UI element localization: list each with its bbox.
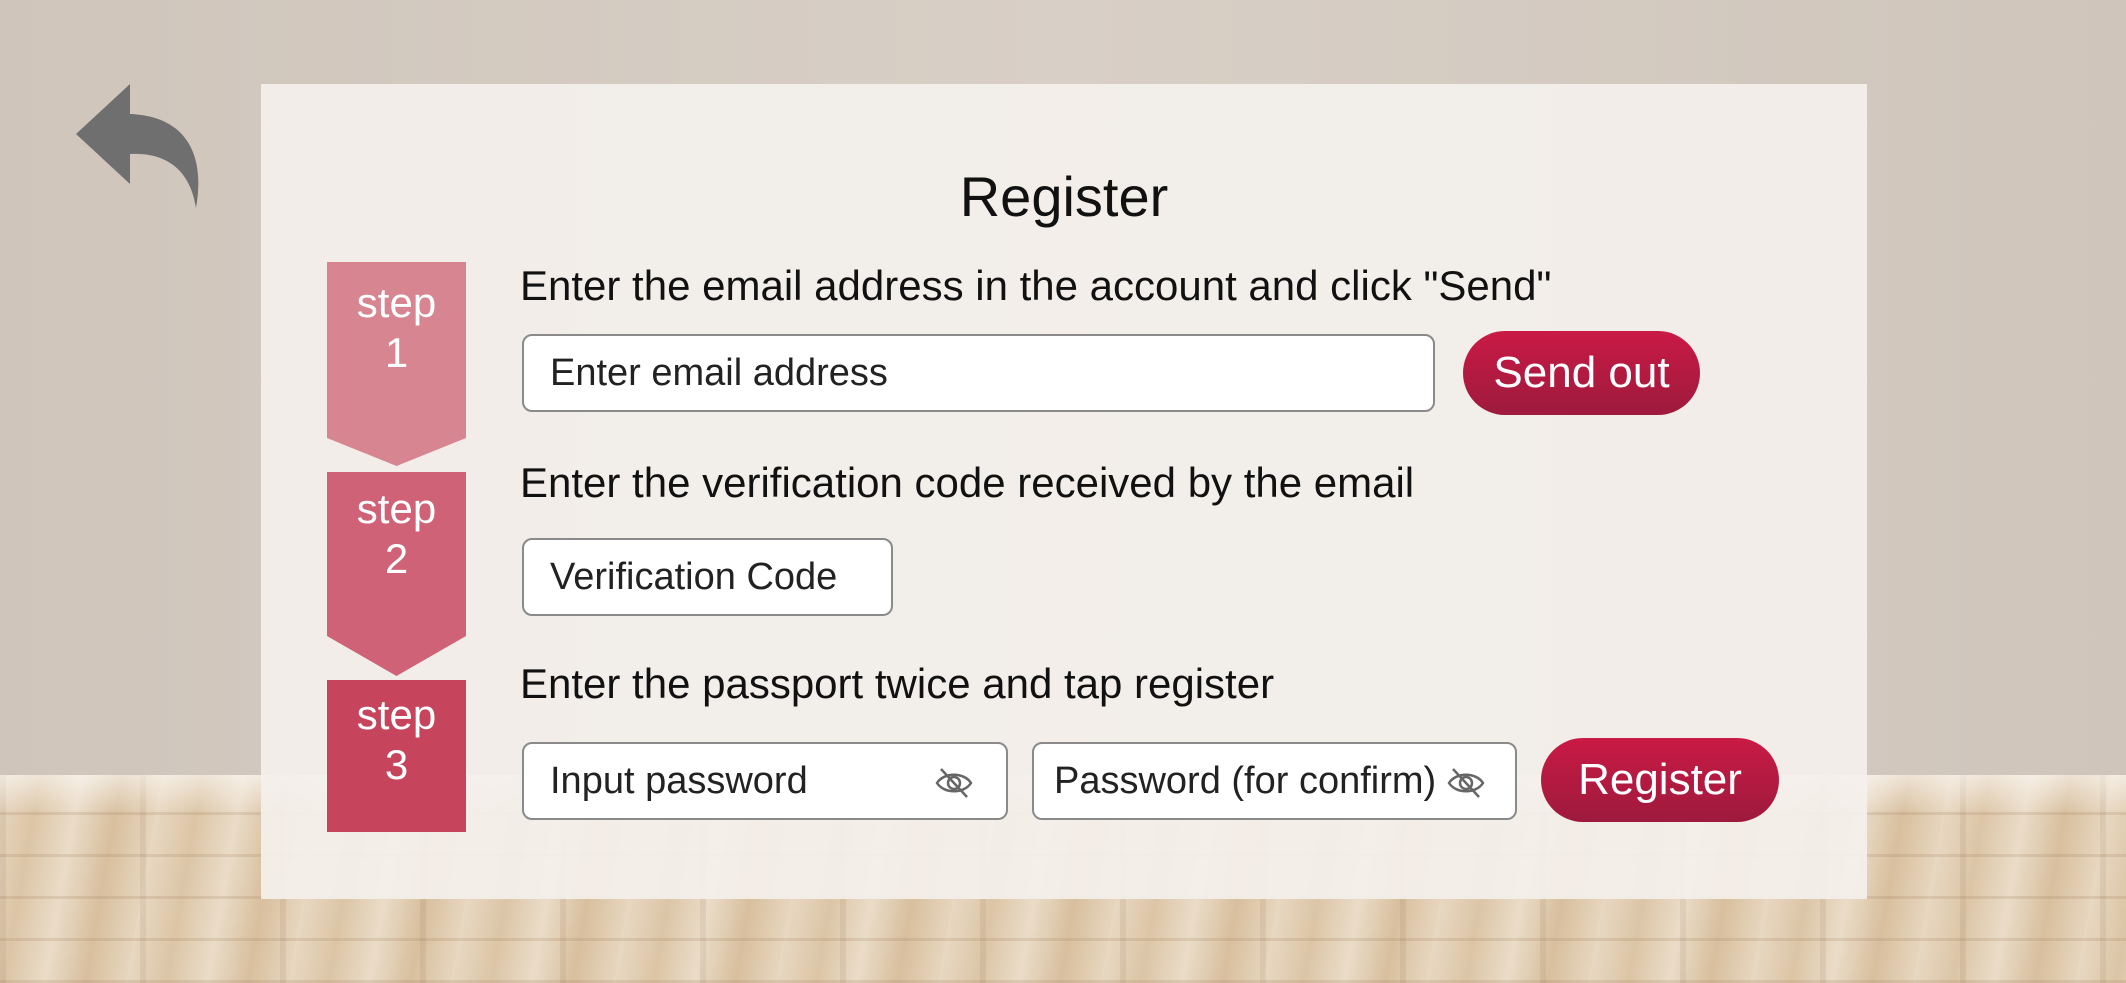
verification-code-input[interactable]: Verification Code <box>522 538 893 616</box>
eye-off-icon[interactable] <box>934 766 974 800</box>
step-2-number: 2 <box>384 535 409 583</box>
step-1-word: step <box>356 279 437 326</box>
register-panel: Register step 1 Enter the email address … <box>261 84 1867 899</box>
send-out-button[interactable]: Send out <box>1463 331 1700 415</box>
page-title: Register <box>959 165 1169 228</box>
step-3-word: step <box>356 691 437 738</box>
step-2-instruction: Enter the verification code received by … <box>520 459 1415 506</box>
step-2-badge: step 2 <box>327 472 466 676</box>
step-3-instruction: Enter the passport twice and tap registe… <box>520 660 1275 707</box>
step-1-number: 1 <box>384 329 409 377</box>
step-1-instruction: Enter the email address in the account a… <box>520 262 1552 309</box>
password-field[interactable]: Input password <box>522 742 1008 820</box>
back-arrow-icon <box>76 84 199 208</box>
back-button[interactable] <box>72 78 207 213</box>
confirm-password-placeholder: Password (for confirm) <box>1054 760 1437 802</box>
register-button[interactable]: Register <box>1541 738 1779 822</box>
confirm-password-field[interactable]: Password (for confirm) <box>1032 742 1517 820</box>
step-1-badge: step 1 <box>327 262 466 466</box>
step-3-number: 3 <box>384 741 409 789</box>
step-3-badge: step 3 <box>327 680 466 832</box>
step-2-word: step <box>356 485 437 532</box>
eye-off-icon[interactable] <box>1446 766 1486 800</box>
password-placeholder: Input password <box>550 760 808 802</box>
email-input[interactable]: Enter email address <box>522 334 1435 412</box>
